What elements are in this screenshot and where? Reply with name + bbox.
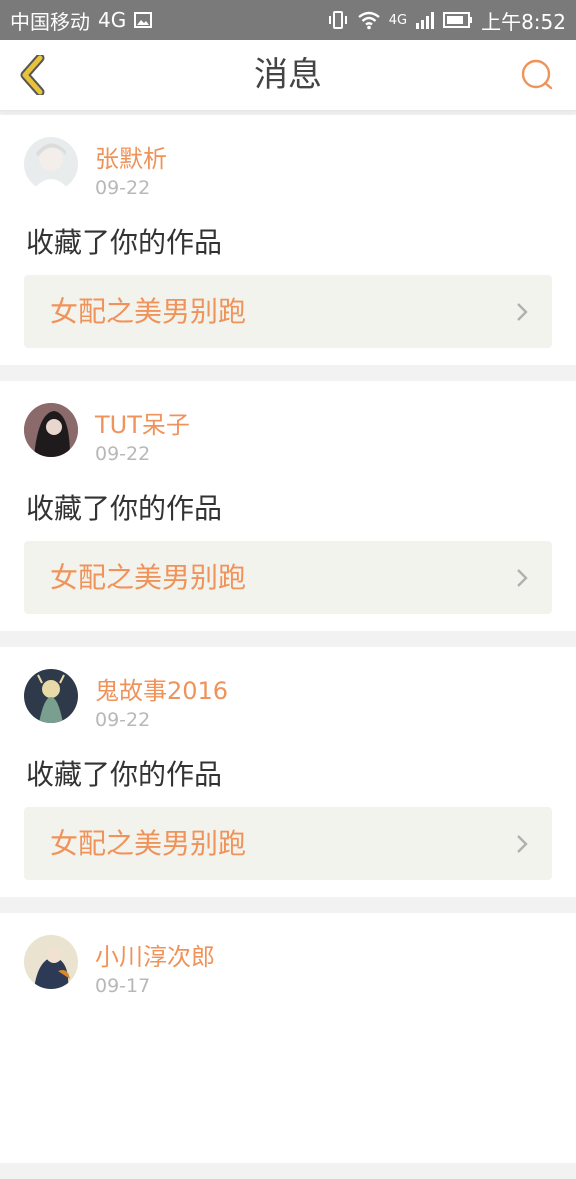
avatar[interactable]: [24, 669, 78, 723]
user-name[interactable]: 鬼故事2016: [95, 671, 228, 706]
work-title: 女配之美男别跑: [50, 561, 247, 594]
work-title: 女配之美男别跑: [50, 827, 247, 860]
avatar[interactable]: [24, 935, 78, 989]
signal-icon: [415, 11, 435, 29]
battery-icon: [443, 11, 473, 29]
message-date: 09-22: [95, 709, 151, 731]
work-link[interactable]: 女配之美男别跑: [24, 807, 552, 880]
chevron-right-icon: [517, 835, 528, 853]
avatar[interactable]: [24, 403, 78, 457]
message-card: 鬼故事2016 09-22 收藏了你的作品 女配之美男别跑: [0, 647, 576, 897]
user-name[interactable]: 张默析: [95, 139, 167, 174]
message-action-text: 收藏了你的作品: [26, 226, 223, 259]
user-name[interactable]: 小川淳次郎: [95, 937, 215, 972]
message-date: 09-22: [95, 177, 151, 199]
search-icon: [521, 59, 553, 90]
carrier-label: 中国移动: [10, 9, 90, 34]
image-icon: [134, 12, 153, 28]
avatar[interactable]: [24, 137, 78, 191]
message-date: 09-22: [95, 443, 151, 465]
network-label: 4G: [98, 8, 127, 32]
message-card: TUT呆子 09-22 收藏了你的作品 女配之美男别跑: [0, 381, 576, 631]
work-link[interactable]: 女配之美男别跑: [24, 275, 552, 348]
message-action-text: 收藏了你的作品: [26, 758, 223, 791]
work-link[interactable]: 女配之美男别跑: [24, 541, 552, 614]
message-date: 09-17: [95, 975, 151, 997]
message-card: 张默析 09-22 收藏了你的作品 女配之美男别跑: [0, 115, 576, 365]
message-list: 张默析 09-22 收藏了你的作品 女配之美男别跑 TUT呆子 09-22 收藏…: [0, 115, 576, 1179]
user-name[interactable]: TUT呆子: [95, 405, 190, 440]
network-small-label: 4G: [388, 12, 408, 28]
message-action-text: 收藏了你的作品: [26, 492, 223, 525]
title-bar: 消息: [0, 40, 576, 111]
back-button[interactable]: [8, 50, 58, 100]
page-title: 消息: [254, 55, 322, 95]
chevron-right-icon: [517, 303, 528, 321]
wifi-icon: [357, 10, 381, 30]
vibrate-icon: [327, 10, 349, 30]
work-title: 女配之美男别跑: [50, 295, 247, 328]
status-bar: 中国移动 4G 4G 上午8:52: [0, 0, 576, 40]
clock: 上午8:52: [481, 9, 566, 34]
search-button[interactable]: [514, 52, 560, 98]
chevron-left-icon: [20, 55, 45, 95]
message-card: 小川淳次郎 09-17: [0, 913, 576, 1163]
chevron-right-icon: [517, 569, 528, 587]
